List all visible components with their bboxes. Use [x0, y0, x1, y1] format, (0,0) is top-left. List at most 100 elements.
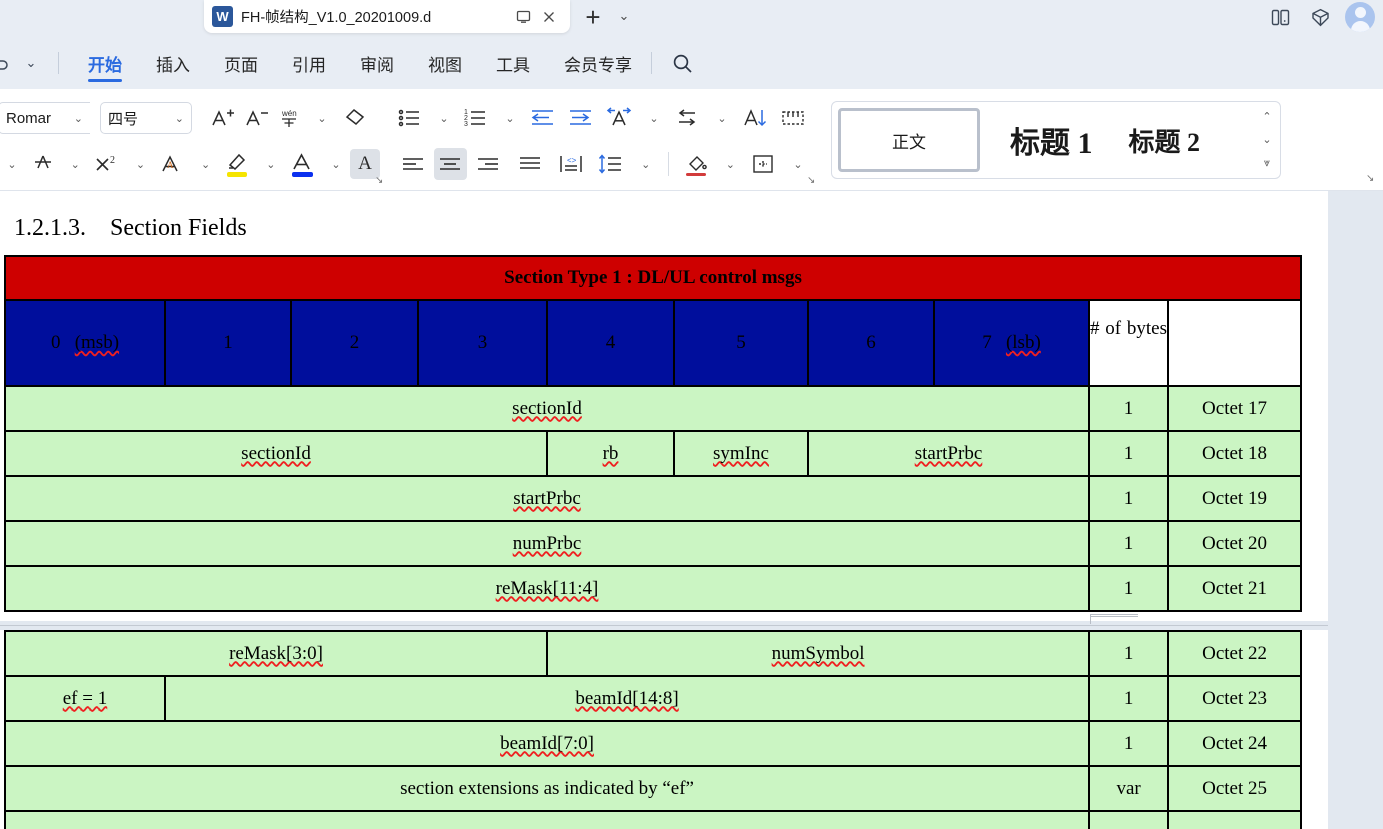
style-heading-2[interactable]: 标题 2	[1117, 108, 1213, 172]
table-row[interactable]	[3, 810, 1303, 829]
table-row[interactable]: startPrbc 1 Octet 19	[4, 475, 1302, 522]
align-left-button[interactable]	[392, 148, 434, 180]
clear-formatting-button[interactable]	[336, 102, 372, 134]
table-row[interactable]: sectionId 1 Octet 17	[4, 385, 1302, 432]
text-direction-button[interactable]	[600, 102, 638, 134]
chevron-down-icon[interactable]: ⌄	[59, 148, 89, 180]
bullet-list-button[interactable]	[392, 102, 428, 134]
undo-icon[interactable]	[0, 48, 16, 78]
user-avatar[interactable]	[1345, 2, 1375, 32]
paragraph-dialog-launcher[interactable]: ↘	[807, 175, 815, 186]
chevron-down-icon[interactable]: ⌄	[1262, 133, 1271, 146]
restore-window-icon[interactable]	[510, 4, 536, 30]
borders-button[interactable]	[744, 148, 782, 180]
field-cell[interactable]: sectionId	[4, 385, 1090, 432]
field-cell[interactable]: numSymbol	[546, 630, 1091, 677]
chevron-up-icon[interactable]: ⌃	[1262, 110, 1271, 123]
document-canvas[interactable]: 1.2.1.3. Section Fields Section Type 1 : …	[0, 191, 1383, 829]
table-row[interactable]: reMask[3:0] numSymbol 1 Octet 22	[3, 630, 1303, 677]
field-cell[interactable]: section extensions as indicated by “ef”	[3, 765, 1091, 812]
distribute-button[interactable]: <>	[551, 148, 593, 180]
chevron-down-icon[interactable]: ⌄	[706, 102, 736, 134]
document-tab[interactable]: W FH-帧结构_V1.0_20201009.d	[204, 0, 570, 33]
field-cell[interactable]: beamId[7:0]	[3, 720, 1091, 767]
chevron-down-icon[interactable]: ⌄	[306, 102, 336, 134]
character-shading-button[interactable]: A	[154, 148, 189, 180]
field-cell[interactable]: rb	[546, 430, 675, 477]
field-cell[interactable]: reMask[3:0]	[3, 630, 549, 677]
tab-start[interactable]: 开始	[71, 37, 139, 89]
styles-dialog-launcher[interactable]: ↘	[1366, 173, 1374, 184]
table-row[interactable]: section extensions as indicated by “ef” …	[3, 765, 1303, 812]
decrease-indent-button[interactable]	[524, 102, 562, 134]
style-heading-1[interactable]: 标题 1	[998, 108, 1105, 172]
highlight-color-button[interactable]	[220, 148, 255, 180]
bit-header-7: 7 (lsb)	[933, 299, 1090, 387]
field-cell[interactable]	[3, 810, 1091, 829]
justify-button[interactable]	[509, 148, 551, 180]
cube-icon[interactable]	[1305, 2, 1335, 32]
tab-insert[interactable]: 插入	[139, 37, 207, 89]
increase-indent-button[interactable]	[562, 102, 600, 134]
tab-member-exclusive[interactable]: 会员专享	[547, 37, 649, 89]
table-row[interactable]: beamId[7:0] 1 Octet 24	[3, 720, 1303, 767]
tab-review[interactable]: 审阅	[343, 37, 411, 89]
table-row[interactable]: ef = 1 beamId[14:8] 1 Octet 23	[4, 675, 1303, 722]
chevron-down-icon[interactable]: ⌄	[612, 4, 636, 28]
field-cell[interactable]: symInc	[673, 430, 809, 477]
table-row[interactable]: reMask[11:4] 1 Octet 21	[4, 565, 1302, 612]
heading-number: 1.2.1.3.	[14, 215, 86, 241]
style-gallery-scroll[interactable]: ⌃ ⌄ ⩔	[1257, 105, 1277, 175]
tab-page[interactable]: 页面	[207, 37, 275, 89]
field-cell[interactable]: startPrbc	[807, 430, 1090, 477]
sort-button[interactable]	[736, 102, 774, 134]
field-label: ef = 1	[62, 687, 108, 709]
section-fields-table-part2[interactable]: reMask[3:0] numSymbol 1 Octet 22 ef = 1	[3, 630, 1303, 829]
tab-reference[interactable]: 引用	[275, 37, 343, 89]
field-cell[interactable]: sectionId	[4, 430, 548, 477]
chevron-down-icon[interactable]: ⌄	[124, 148, 154, 180]
field-cell[interactable]: reMask[11:4]	[4, 565, 1090, 612]
field-cell[interactable]: ef = 1	[4, 675, 166, 722]
chevron-down-icon[interactable]: ⌄	[494, 102, 524, 134]
align-right-button[interactable]	[467, 148, 509, 180]
font-dialog-launcher[interactable]: ↘	[375, 175, 383, 186]
tab-tools[interactable]: 工具	[479, 37, 547, 89]
increase-font-size-button[interactable]	[206, 102, 240, 134]
chevron-down-icon[interactable]: ⌄	[190, 148, 220, 180]
show-marks-button[interactable]	[774, 102, 812, 134]
section-fields-table-part1[interactable]: Section Type 1 : DL/UL control msgs 0 (m…	[4, 255, 1302, 612]
font-color-button[interactable]	[285, 148, 320, 180]
font-style-chevron-down-icon[interactable]: ⌄	[0, 148, 26, 180]
close-icon[interactable]	[536, 4, 562, 30]
chevron-down-icon[interactable]: ⌄	[428, 102, 458, 134]
shading-button[interactable]	[677, 148, 715, 180]
align-center-button[interactable]	[433, 148, 468, 180]
search-icon[interactable]	[654, 37, 711, 89]
expand-gallery-icon[interactable]: ⩔	[1264, 157, 1270, 170]
field-cell[interactable]: beamId[14:8]	[163, 675, 1091, 722]
font-family-combo[interactable]: Romar ⌄	[0, 102, 90, 134]
paragraph-swap-button[interactable]	[668, 102, 706, 134]
qat-chevron-down-icon[interactable]: ⌄	[16, 48, 46, 78]
chevron-down-icon[interactable]: ⌄	[255, 148, 285, 180]
chevron-down-icon[interactable]: ⌄	[714, 148, 744, 180]
field-cell[interactable]: numPrbc	[4, 520, 1090, 567]
table-row[interactable]: sectionId rb symInc startPrbc 1 Octet 18	[4, 430, 1302, 477]
decrease-font-size-button[interactable]	[240, 102, 274, 134]
split-view-icon[interactable]	[1265, 2, 1295, 32]
font-size-combo[interactable]: 四号 ⌄	[100, 102, 192, 134]
tab-view[interactable]: 视图	[411, 37, 479, 89]
numbered-list-button[interactable]: 1 2 3	[458, 102, 494, 134]
new-tab-button[interactable]: +	[578, 2, 608, 32]
chevron-down-icon[interactable]: ⌄	[630, 148, 660, 180]
line-spacing-button[interactable]	[592, 148, 630, 180]
superscript-button[interactable]: 2	[89, 148, 124, 180]
style-normal[interactable]: 正文	[838, 108, 980, 172]
chevron-down-icon[interactable]: ⌄	[320, 148, 350, 180]
chevron-down-icon[interactable]: ⌄	[638, 102, 668, 134]
character-border-button[interactable]	[26, 148, 59, 180]
table-row[interactable]: numPrbc 1 Octet 20	[4, 520, 1302, 567]
field-cell[interactable]: startPrbc	[4, 475, 1090, 522]
pinyin-guide-button[interactable]: wén	[274, 102, 306, 134]
